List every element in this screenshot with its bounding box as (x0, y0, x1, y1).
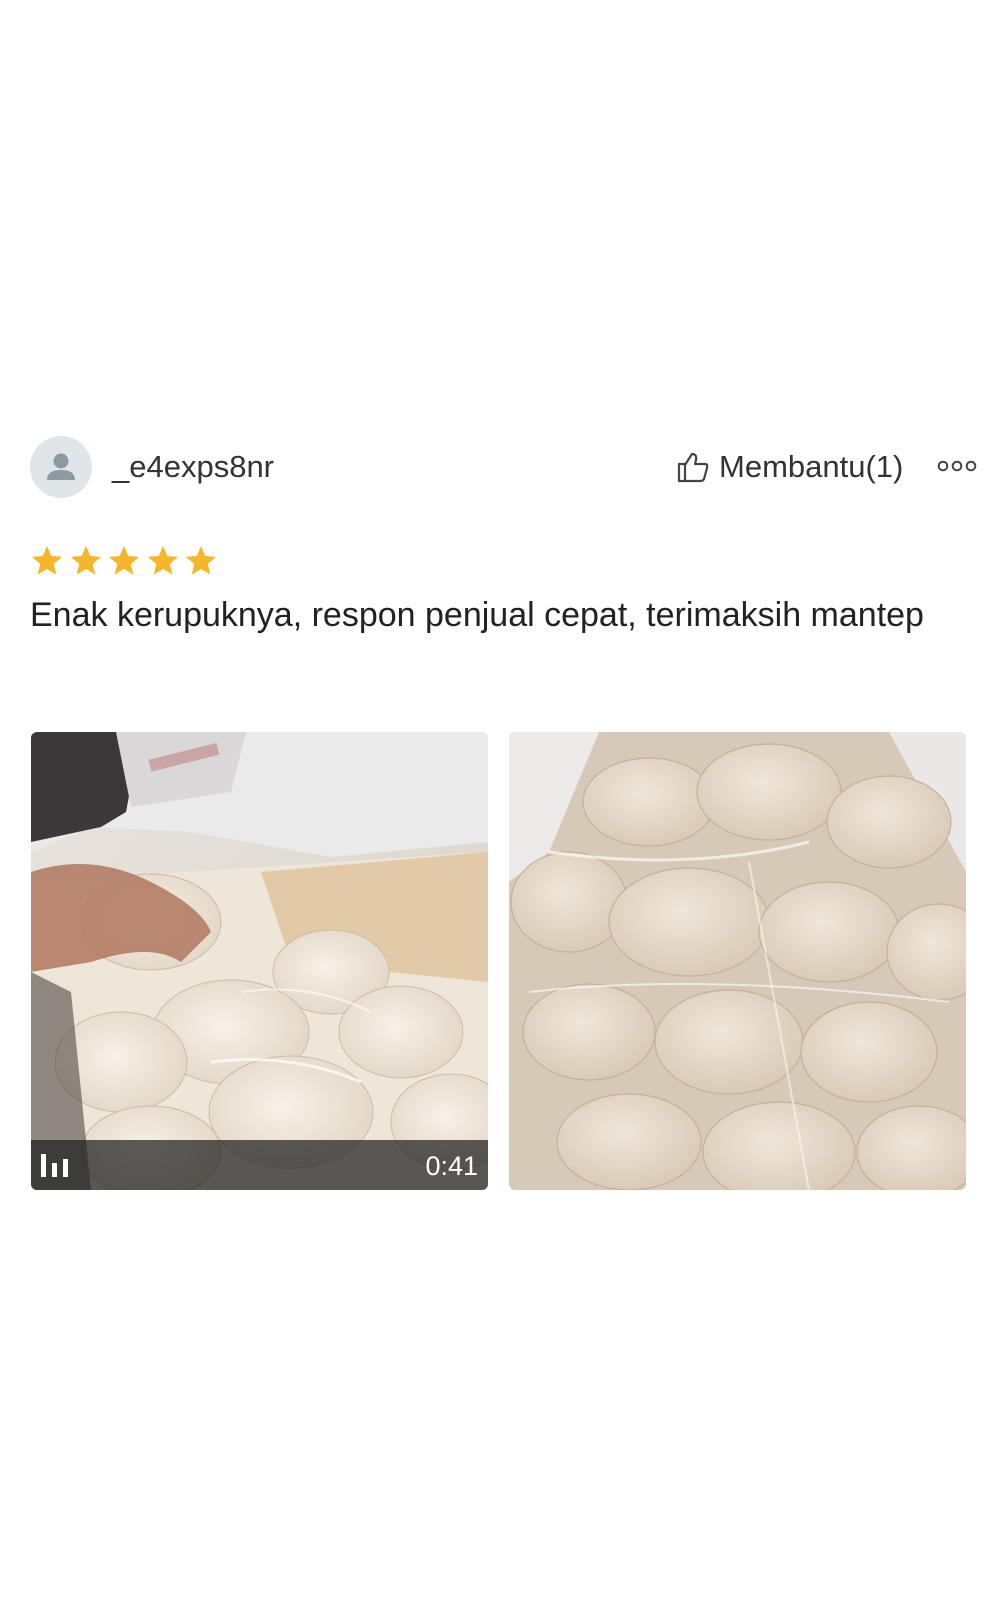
reviewer-username[interactable]: _e4exps8nr (112, 450, 274, 484)
star-icon (186, 546, 216, 575)
more-options-icon[interactable] (936, 456, 978, 476)
helpful-count-label: Membantu(1) (719, 449, 904, 484)
review-card: _e4exps8nr Membantu(1) Enak kerupuknya, … (0, 0, 1000, 1600)
helpful-button[interactable]: Membantu(1) (676, 446, 903, 488)
star-icon (70, 546, 101, 575)
review-video-thumbnail[interactable]: 0:41 (31, 732, 488, 1190)
review-photo-thumbnail[interactable] (509, 732, 966, 1190)
star-icon (109, 546, 139, 575)
star-icon (32, 546, 62, 575)
video-thumbnail-image (31, 732, 488, 1190)
user-avatar-icon[interactable] (30, 436, 92, 498)
review-header: _e4exps8nr Membantu(1) (30, 436, 978, 498)
star-icon (147, 546, 178, 575)
video-bars-icon (41, 1154, 68, 1177)
video-info-bar: 0:41 (31, 1140, 488, 1190)
star-rating (30, 544, 223, 578)
photo-thumbnail-image (509, 732, 966, 1190)
video-duration: 0:41 (425, 1151, 478, 1181)
thumbs-up-icon (677, 452, 709, 483)
review-text: Enak kerupuknya, respon penjual cepat, t… (30, 596, 924, 634)
